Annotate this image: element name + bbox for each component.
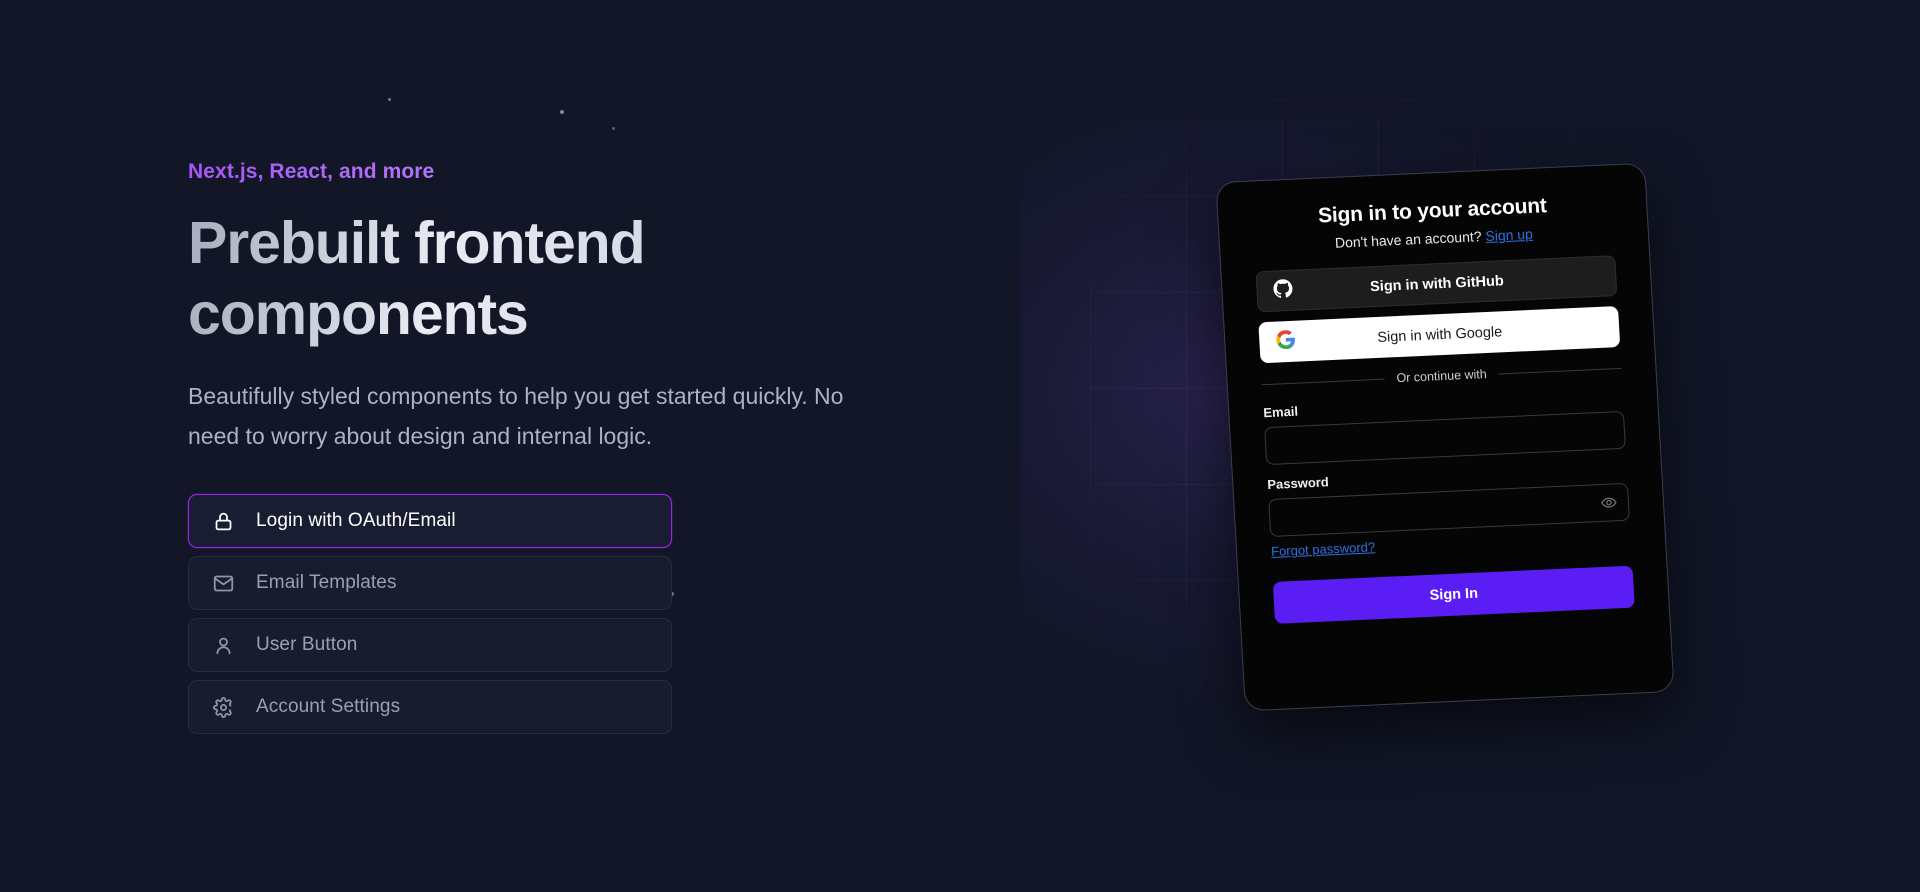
email-input[interactable] [1264, 410, 1626, 466]
divider-rule-left [1261, 378, 1385, 385]
feature-list: Login with OAuth/Email Email Templates U… [188, 494, 672, 734]
google-button-label: Sign in with Google [1376, 323, 1503, 346]
auth-card-stage: Sign in to your account Don't have an ac… [1215, 162, 1675, 712]
password-input[interactable] [1268, 482, 1630, 538]
hero-section: Next.js, React, and more Prebuilt fronte… [188, 160, 888, 734]
landing-page: Next.js, React, and more Prebuilt fronte… [0, 0, 1920, 892]
lock-icon [213, 511, 234, 532]
divider-label: Or continue with [1396, 367, 1488, 386]
sign-in-with-github-button[interactable]: Sign in with GitHub [1255, 255, 1618, 313]
email-field-group: Email [1263, 389, 1626, 466]
hero-subtitle: Beautifully styled components to help yo… [188, 383, 844, 449]
sign-in-with-google-button[interactable]: Sign in with Google [1258, 306, 1621, 364]
sign-up-link[interactable]: Sign up [1485, 226, 1533, 244]
feature-item-label: Account Settings [256, 696, 401, 717]
user-icon [213, 635, 234, 656]
or-continue-divider: Or continue with [1261, 361, 1622, 391]
envelope-icon [213, 573, 234, 594]
feature-item-user-button[interactable]: User Button [188, 618, 672, 672]
feature-item-label: Login with OAuth/Email [256, 510, 456, 531]
password-input-wrapper [1268, 482, 1630, 538]
feature-item-label: User Button [256, 634, 358, 655]
divider-rule-right [1498, 367, 1622, 375]
sparkle-dot [612, 127, 615, 130]
github-button-label: Sign in with GitHub [1369, 272, 1505, 295]
feature-item-email-templates[interactable]: Email Templates [188, 556, 672, 610]
forgot-password-link[interactable]: Forgot password? [1271, 539, 1376, 559]
sign-in-button[interactable]: Sign In [1272, 565, 1635, 624]
gear-icon [213, 696, 234, 718]
feature-item-label: Email Templates [256, 572, 397, 593]
hero-eyebrow: Next.js, React, and more [188, 160, 888, 184]
page-title: Prebuilt frontend components [188, 208, 708, 350]
no-account-text: Don't have an account? [1334, 227, 1486, 251]
feature-item-login-oauth-email[interactable]: Login with OAuth/Email [188, 494, 672, 548]
eye-icon[interactable] [1600, 494, 1617, 511]
sparkle-dot [388, 98, 391, 101]
sign-in-card: Sign in to your account Don't have an ac… [1215, 162, 1675, 712]
sparkle-dot [560, 110, 564, 114]
password-field-group: Password Forgot password? [1267, 461, 1631, 561]
feature-item-account-settings[interactable]: Account Settings [188, 680, 672, 734]
